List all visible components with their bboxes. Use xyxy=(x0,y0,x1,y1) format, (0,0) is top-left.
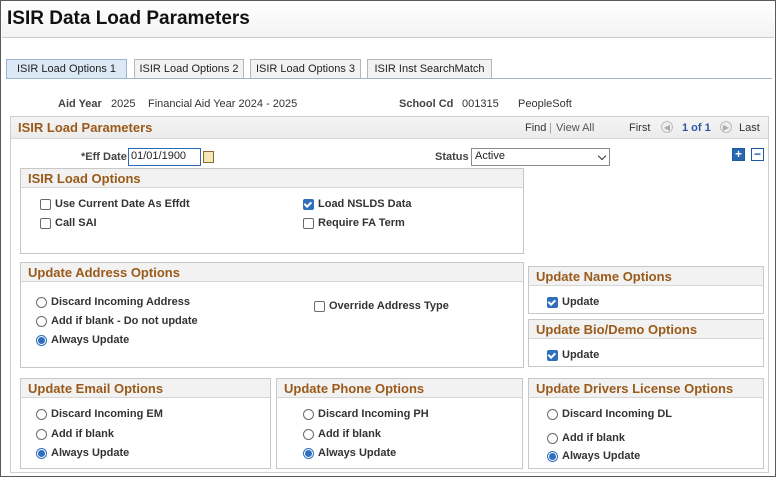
load-nslds-checkbox[interactable] xyxy=(303,198,314,210)
update-biodemo-options-title: Update Bio/Demo Options xyxy=(529,320,763,339)
email-always-update-radio[interactable] xyxy=(36,447,47,459)
biodemo-update-option[interactable]: Update xyxy=(547,349,599,361)
status-select[interactable]: Active xyxy=(471,148,610,166)
phone-discard-option[interactable]: Discard Incoming PH xyxy=(303,408,429,420)
phone-add-if-blank-radio[interactable] xyxy=(303,428,314,440)
phone-always-update-option[interactable]: Always Update xyxy=(303,447,396,459)
address-discard-label: Discard Incoming Address xyxy=(51,296,190,308)
biodemo-update-label: Update xyxy=(562,349,600,361)
address-add-if-blank-radio[interactable] xyxy=(36,315,47,327)
aid-year-description: Financial Aid Year 2024 - 2025 xyxy=(148,98,298,110)
update-drivers-license-options-title: Update Drivers License Options xyxy=(529,379,763,398)
school-cd-label: School Cd xyxy=(399,98,454,110)
require-fa-term-checkbox[interactable] xyxy=(303,217,314,229)
license-add-if-blank-label: Add if blank xyxy=(562,432,625,444)
title-bar: ISIR Data Load Parameters xyxy=(2,2,774,38)
calendar-icon[interactable] xyxy=(203,151,214,163)
license-add-if-blank-option[interactable]: Add if blank xyxy=(547,432,625,444)
isir-load-options-title: ISIR Load Options xyxy=(21,169,523,188)
biodemo-update-checkbox[interactable] xyxy=(547,349,558,361)
require-fa-term-label: Require FA Term xyxy=(318,217,405,229)
phone-add-if-blank-label: Add if blank xyxy=(318,428,381,440)
chevron-down-icon xyxy=(597,151,607,161)
address-always-update-radio[interactable] xyxy=(36,334,47,346)
email-discard-option[interactable]: Discard Incoming EM xyxy=(36,408,163,420)
license-always-update-option[interactable]: Always Update xyxy=(547,450,640,462)
license-discard-label: Discard Incoming DL xyxy=(562,408,673,420)
address-add-if-blank-option[interactable]: Add if blank - Do not update xyxy=(36,315,198,327)
eff-date-label: *Eff Date xyxy=(81,151,127,163)
name-update-label: Update xyxy=(562,296,600,308)
school-cd-description: PeopleSoft xyxy=(518,98,572,110)
phone-discard-label: Discard Incoming PH xyxy=(318,408,429,420)
use-current-date-label: Use Current Date As Effdt xyxy=(55,198,190,210)
call-sai-option[interactable]: Call SAI xyxy=(40,217,97,229)
email-add-if-blank-label: Add if blank xyxy=(51,428,114,440)
update-email-options-title: Update Email Options xyxy=(21,379,270,398)
address-add-if-blank-label: Add if blank - Do not update xyxy=(51,315,198,327)
phone-discard-radio[interactable] xyxy=(303,408,314,420)
update-address-options-title: Update Address Options xyxy=(21,263,523,282)
address-discard-radio[interactable] xyxy=(36,296,47,308)
isir-load-options-box: ISIR Load Options xyxy=(20,168,524,254)
update-name-options-title: Update Name Options xyxy=(529,267,763,286)
email-discard-label: Discard Incoming EM xyxy=(51,408,163,420)
require-fa-term-option[interactable]: Require FA Term xyxy=(303,217,405,229)
name-update-checkbox[interactable] xyxy=(547,296,558,308)
email-add-if-blank-radio[interactable] xyxy=(36,428,47,440)
tab-isir-load-options-2[interactable]: ISIR Load Options 2 xyxy=(134,59,244,78)
nav-separator: | xyxy=(549,122,552,134)
tab-isir-load-options-3[interactable]: ISIR Load Options 3 xyxy=(250,59,361,78)
load-nslds-label: Load NSLDS Data xyxy=(318,198,412,210)
call-sai-checkbox[interactable] xyxy=(40,217,51,229)
find-link[interactable]: Find xyxy=(525,122,546,134)
status-label: Status xyxy=(435,151,469,163)
first-label: First xyxy=(629,122,651,134)
last-label: Last xyxy=(739,122,760,134)
phone-always-update-radio[interactable] xyxy=(303,447,314,459)
email-discard-radio[interactable] xyxy=(36,408,47,420)
license-always-update-label: Always Update xyxy=(562,450,641,462)
isir-load-parameters-header: ISIR Load Parameters xyxy=(11,117,768,139)
status-select-value: Active xyxy=(475,150,505,162)
aid-year-label: Aid Year xyxy=(58,98,102,110)
tab-isir-load-options-1[interactable]: ISIR Load Options 1 xyxy=(6,59,127,79)
next-row-icon[interactable]: ▶ xyxy=(720,121,732,133)
license-add-if-blank-radio[interactable] xyxy=(547,432,558,444)
delete-row-button[interactable]: − xyxy=(751,148,764,161)
email-always-update-option[interactable]: Always Update xyxy=(36,447,129,459)
row-counter: 1 of 1 xyxy=(682,122,711,134)
address-discard-option[interactable]: Discard Incoming Address xyxy=(36,296,190,308)
tab-underline xyxy=(6,78,772,79)
aid-year-value: 2025 xyxy=(111,98,136,110)
override-address-type-checkbox[interactable] xyxy=(314,300,325,312)
override-address-type-label: Override Address Type xyxy=(329,300,449,312)
override-address-type-option[interactable]: Override Address Type xyxy=(314,300,449,312)
view-all-link[interactable]: View All xyxy=(556,122,594,134)
address-always-update-label: Always Update xyxy=(51,334,130,346)
address-always-update-option[interactable]: Always Update xyxy=(36,334,129,346)
phone-add-if-blank-option[interactable]: Add if blank xyxy=(303,428,381,440)
name-update-option[interactable]: Update xyxy=(547,296,599,308)
license-always-update-radio[interactable] xyxy=(547,450,558,462)
page-title: ISIR Data Load Parameters xyxy=(7,8,250,29)
phone-always-update-label: Always Update xyxy=(318,447,397,459)
license-discard-radio[interactable] xyxy=(547,408,558,420)
tab-isir-inst-searchmatch[interactable]: ISIR Inst SearchMatch xyxy=(367,59,492,78)
call-sai-label: Call SAI xyxy=(55,217,97,229)
eff-date-input[interactable]: 01/01/1900 xyxy=(128,148,201,166)
email-always-update-label: Always Update xyxy=(51,447,130,459)
update-phone-options-title: Update Phone Options xyxy=(277,379,522,398)
use-current-date-option[interactable]: Use Current Date As Effdt xyxy=(40,198,190,210)
load-nslds-option[interactable]: Load NSLDS Data xyxy=(303,198,412,210)
isir-load-parameters-title: ISIR Load Parameters xyxy=(18,120,153,135)
add-row-button[interactable]: + xyxy=(732,148,745,161)
page-frame: ISIR Data Load Parameters ISIR Load Opti… xyxy=(0,0,776,477)
email-add-if-blank-option[interactable]: Add if blank xyxy=(36,428,114,440)
license-discard-option[interactable]: Discard Incoming DL xyxy=(547,408,672,420)
school-cd-value: 001315 xyxy=(462,98,499,110)
previous-row-icon[interactable]: ◀ xyxy=(661,121,673,133)
use-current-date-checkbox[interactable] xyxy=(40,198,51,210)
